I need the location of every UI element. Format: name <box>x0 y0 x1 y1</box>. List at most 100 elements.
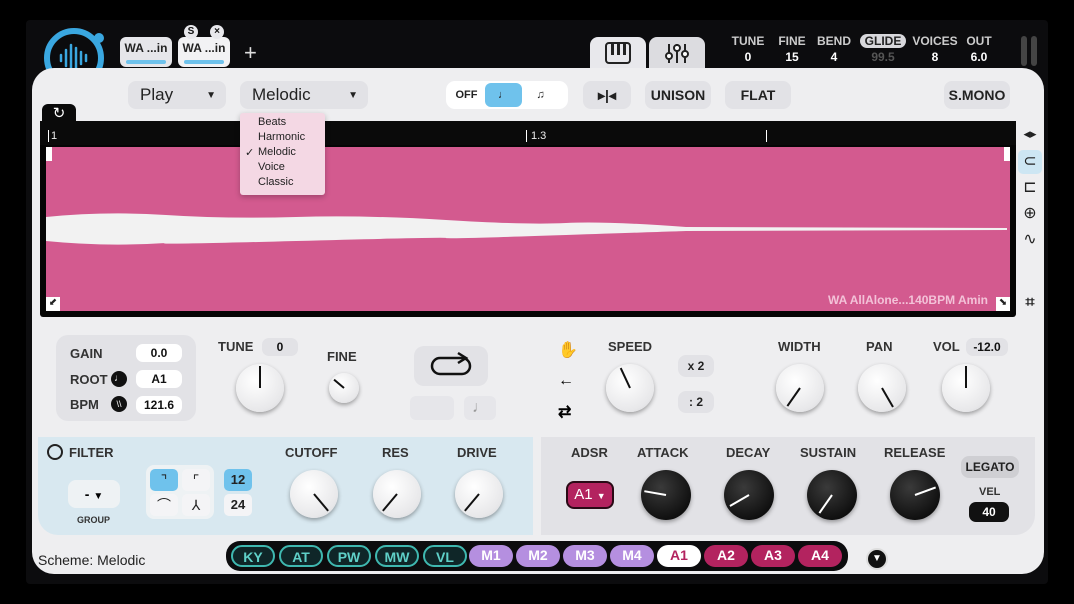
mod-chip-m1[interactable]: M1 <box>469 545 513 567</box>
global-tune[interactable]: TUNE 0 <box>728 34 768 64</box>
menu-item-harmonic[interactable]: Harmonic <box>240 131 325 146</box>
vel-value[interactable]: 40 <box>969 502 1009 522</box>
menu-item-label: Harmonic <box>258 131 306 143</box>
menu-item-melodic[interactable]: ✓ Melodic <box>240 146 325 161</box>
speed-div2-button[interactable]: : 2 <box>678 391 714 413</box>
tune-knob[interactable] <box>236 364 284 412</box>
mod-chip-m4[interactable]: M4 <box>610 545 654 567</box>
root-detect-icon[interactable]: ♩ <box>111 371 127 387</box>
zoom-horizontal-icon[interactable]: ◂▸ <box>1018 122 1042 146</box>
filter-notch-icon[interactable]: ⅄ <box>182 494 210 516</box>
flat-button[interactable]: FLAT <box>725 81 791 109</box>
glide-toggle[interactable]: GLIDE <box>859 34 907 48</box>
keyboard-view-button[interactable] <box>590 37 646 69</box>
note-icon[interactable]: ♩ <box>464 396 496 420</box>
expand-chevron-icon[interactable]: ▼ <box>866 548 888 570</box>
menu-item-classic[interactable]: Classic <box>240 176 325 191</box>
bpm-value[interactable]: 121.6 <box>136 396 182 414</box>
tempo-sync-button[interactable]: ♫ <box>522 83 559 107</box>
out-label: OUT <box>966 34 992 48</box>
mod-chip-a2[interactable]: A2 <box>704 545 748 567</box>
hand-icon[interactable]: ✋ <box>558 340 578 360</box>
mode-envelope-icon[interactable]: ⊂ <box>1018 150 1042 174</box>
filter-bandpass-icon[interactable]: ⌒ <box>150 494 178 516</box>
mod-chip-vl[interactable]: VL <box>423 545 467 567</box>
filter-enable-toggle[interactable] <box>47 444 63 460</box>
loop-button[interactable] <box>414 346 488 386</box>
sample-tab-2[interactable]: S × WA ...in <box>178 25 230 67</box>
gain-value[interactable]: 0.0 <box>136 344 182 362</box>
drive-knob[interactable] <box>455 470 503 518</box>
waveform-display[interactable]: 1 1.3 ⬋ ⬊ WA AllAlone...140BPM Amin <box>40 121 1016 317</box>
global-voices[interactable]: VOICES 8 <box>910 34 960 64</box>
release-knob[interactable] <box>890 470 940 520</box>
fine-value: 15 <box>785 50 799 64</box>
global-bend[interactable]: BEND 4 <box>816 34 852 64</box>
speed-knob[interactable] <box>606 364 654 412</box>
fine-knob[interactable] <box>329 373 359 403</box>
group-dropdown[interactable]: - ▼ <box>68 480 120 508</box>
global-fine[interactable]: FINE 15 <box>774 34 810 64</box>
speed-x2-button[interactable]: x 2 <box>678 355 714 377</box>
cutoff-knob[interactable] <box>290 470 338 518</box>
slope-24-button[interactable]: 24 <box>224 494 252 516</box>
smono-button[interactable]: S.MONO <box>944 81 1010 109</box>
sync-off-button[interactable]: OFF <box>448 83 485 107</box>
global-glide[interactable]: GLIDE 99.5 <box>858 34 908 64</box>
mode-wave-icon[interactable]: ∿ <box>1018 228 1042 252</box>
mod-chip-m3[interactable]: M3 <box>563 545 607 567</box>
attack-knob[interactable] <box>641 470 691 520</box>
mixer-view-button[interactable] <box>649 37 705 69</box>
fine-label: FINE <box>778 34 806 48</box>
sustain-label: SUSTAIN <box>800 445 857 460</box>
width-knob[interactable] <box>776 364 824 412</box>
mod-chip-pw[interactable]: PW <box>327 545 371 567</box>
mod-chip-ky[interactable]: KY <box>231 545 275 567</box>
adsr-target-value: A1 <box>574 486 593 503</box>
add-tab-button[interactable]: + <box>244 40 257 66</box>
legato-button[interactable]: LEGATO <box>961 456 1019 478</box>
sustain-knob[interactable] <box>807 470 857 520</box>
menu-item-voice[interactable]: Voice <box>240 161 325 176</box>
mod-chip-m2[interactable]: M2 <box>516 545 560 567</box>
mod-chip-mw[interactable]: MW <box>375 545 419 567</box>
root-value[interactable]: A1 <box>136 370 182 388</box>
note-sync-button[interactable]: ♩ <box>485 83 522 107</box>
waveform-region[interactable]: ⬋ ⬊ WA AllAlone...140BPM Amin <box>46 147 1010 311</box>
mod-chip-a1[interactable]: A1 <box>657 545 701 567</box>
sample-tab-1[interactable]: WA ...in <box>120 37 172 67</box>
mode-dropdown[interactable]: Play ▼ <box>128 81 226 109</box>
mod-chip-a3[interactable]: A3 <box>751 545 795 567</box>
filter-lowpass-icon[interactable]: ⌝ <box>150 469 178 491</box>
cutoff-label: CUTOFF <box>285 445 338 460</box>
close-tab-icon[interactable]: × <box>210 25 224 39</box>
swap-arrows-icon[interactable]: ⇄ <box>558 402 571 422</box>
mod-chip-at[interactable]: AT <box>279 545 323 567</box>
menu-item-beats[interactable]: Beats <box>240 116 325 131</box>
global-out[interactable]: OUT 6.0 <box>962 34 996 64</box>
solo-badge[interactable]: S <box>184 25 198 39</box>
fade-in-handle[interactable]: ⬋ <box>46 297 60 311</box>
end-handle[interactable] <box>1004 147 1010 161</box>
vol-knob[interactable] <box>942 364 990 412</box>
algorithm-dropdown[interactable]: Melodic ▼ <box>240 81 368 109</box>
stretch-button[interactable]: ▸|◂ <box>583 81 631 109</box>
pan-knob[interactable] <box>858 364 906 412</box>
mod-chip-a4[interactable]: A4 <box>798 545 842 567</box>
loop-mode-button[interactable] <box>410 396 454 420</box>
algorithm-menu[interactable]: Beats Harmonic ✓ Melodic Voice Classic <box>240 113 325 195</box>
adsr-target-dropdown[interactable]: A1 ▼ <box>566 481 614 509</box>
sync-mode-selector[interactable]: OFF ♩ ♫ <box>446 81 568 109</box>
fade-out-handle[interactable]: ⬊ <box>996 297 1010 311</box>
filter-highpass-icon[interactable]: ⌜ <box>182 469 210 491</box>
reverse-arrow-icon[interactable]: ← <box>558 372 574 390</box>
crop-icon[interactable]: ⌗ <box>1018 291 1042 315</box>
slope-12-button[interactable]: 12 <box>224 469 252 491</box>
start-handle[interactable] <box>46 147 52 161</box>
decay-knob[interactable] <box>724 470 774 520</box>
mode-stereo-icon[interactable]: ⊕ <box>1018 202 1042 226</box>
mode-loop-icon[interactable]: ⊏ <box>1018 176 1042 200</box>
bpm-detect-icon[interactable]: \\ <box>111 396 127 412</box>
res-knob[interactable] <box>373 470 421 518</box>
unison-button[interactable]: UNISON <box>645 81 711 109</box>
